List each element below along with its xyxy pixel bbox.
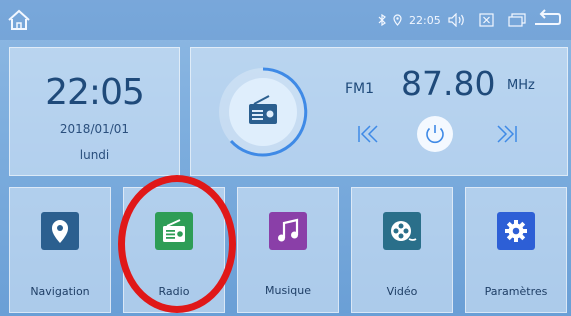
- radio-icon: [155, 212, 193, 250]
- clock-date: 2018/01/01: [59, 122, 130, 136]
- previous-station-icon[interactable]: [357, 124, 379, 144]
- bluetooth-icon: [378, 14, 386, 26]
- clock-time: 22:05: [45, 72, 145, 113]
- radio-dial[interactable]: [217, 66, 309, 158]
- app-tile-parametres[interactable]: Paramètres: [465, 187, 567, 313]
- radio-frequency: 87.80: [401, 64, 496, 103]
- app-tile-musique[interactable]: Musique: [237, 187, 339, 313]
- app-label: Musique: [265, 284, 311, 297]
- location-pin-icon: [41, 212, 79, 250]
- radio-unit: MHz: [507, 78, 535, 93]
- home-button[interactable]: [6, 8, 32, 32]
- status-time: 22:05: [409, 13, 441, 27]
- radio-band: FM1: [345, 81, 375, 97]
- car-head-unit-home-screen: 22:05 22:05 2018/01/01 lundi FM1 87.80 M…: [0, 0, 571, 316]
- app-label: Paramètres: [484, 285, 548, 298]
- volume-icon[interactable]: [448, 13, 466, 27]
- power-icon: [426, 125, 444, 144]
- back-icon: [535, 9, 561, 25]
- radio-widget[interactable]: FM1 87.80 MHz: [190, 47, 568, 176]
- power-button[interactable]: [417, 116, 453, 152]
- film-reel-icon: [383, 212, 421, 250]
- next-station-icon[interactable]: [496, 124, 518, 144]
- location-icon: [393, 14, 402, 26]
- recent-apps-icon[interactable]: [508, 13, 526, 27]
- app-label: Navigation: [30, 285, 90, 298]
- status-bar: 22:05: [0, 0, 571, 40]
- gear-icon: [497, 212, 535, 250]
- app-tile-radio[interactable]: Radio: [123, 187, 225, 313]
- clock-widget[interactable]: 22:05 2018/01/01 lundi: [9, 47, 180, 176]
- home-icon: [8, 9, 30, 30]
- app-tile-video[interactable]: Vidéo: [351, 187, 453, 313]
- close-box-icon[interactable]: [479, 13, 495, 27]
- app-tile-navigation[interactable]: Navigation: [9, 187, 111, 313]
- app-label: Vidéo: [386, 285, 418, 298]
- status-indicators: 22:05: [378, 10, 526, 30]
- music-note-icon: [269, 212, 307, 250]
- back-button[interactable]: [532, 8, 562, 32]
- app-label: Radio: [158, 285, 190, 298]
- clock-day: lundi: [79, 148, 110, 162]
